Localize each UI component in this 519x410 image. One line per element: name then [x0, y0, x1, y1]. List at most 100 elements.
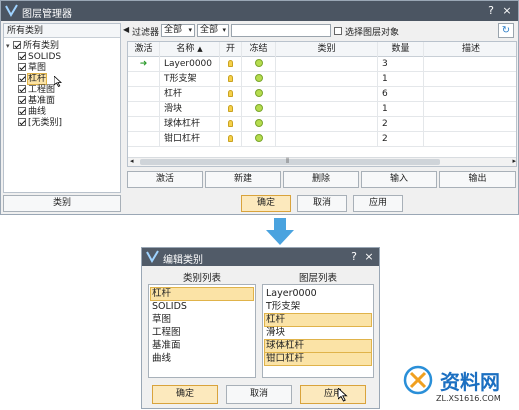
collapse-icon[interactable]: ▾	[6, 41, 13, 52]
horizontal-scrollbar[interactable]: ◂ ⦀ ▸	[128, 157, 516, 166]
category-button[interactable]: 类别	[3, 195, 121, 212]
col-header-description[interactable]: 描述	[424, 42, 516, 57]
col-header-count[interactable]: 数量	[378, 42, 424, 57]
tree-item-all[interactable]: ▾ 所有类别	[6, 41, 59, 52]
sort-asc-icon: ▲	[197, 45, 203, 53]
layer-on-icon[interactable]	[220, 72, 242, 87]
col-header-name[interactable]: 名称 ▲	[160, 42, 220, 57]
list-item[interactable]: 基准面	[151, 340, 181, 352]
checkbox-icon[interactable]	[18, 96, 26, 104]
scroll-right-icon[interactable]: ▸	[512, 157, 516, 165]
checkbox-icon[interactable]	[18, 74, 26, 82]
layer-on-icon[interactable]	[220, 132, 242, 147]
tree-item-datum-plane[interactable]: 基准面	[18, 96, 55, 107]
help-icon[interactable]: ?	[347, 250, 361, 264]
tree-item-sketch[interactable]: 草图	[18, 63, 46, 74]
layer-frozen-icon[interactable]	[242, 132, 276, 147]
col-header-on[interactable]: 开	[220, 42, 242, 57]
list-item[interactable]: 钳口杠杆	[264, 352, 372, 366]
layer-category	[276, 87, 378, 102]
layer-category	[276, 72, 378, 87]
list-item[interactable]: 草图	[151, 314, 171, 326]
layer-count: 2	[378, 132, 424, 147]
ok-button[interactable]: 确定	[241, 195, 291, 212]
select-layer-objects-label: 选择图层对象	[345, 28, 400, 38]
list-item[interactable]: SOLIDS	[151, 301, 187, 313]
tree-item-no-category[interactable]: [无类别]	[18, 118, 62, 129]
collapse-left-icon[interactable]: ◀	[123, 25, 129, 34]
list-item[interactable]: T形支架	[265, 301, 300, 313]
col-header-frozen[interactable]: 冻结	[242, 42, 276, 57]
list-item[interactable]: 工程图	[151, 327, 181, 339]
list-item[interactable]: 杠杆	[150, 287, 254, 301]
list-item[interactable]: 曲线	[151, 353, 171, 365]
edit-category-dialog: 编辑类别 ? × 类别列表 图层列表 杠杆 SOLIDS 草图 工程图 基准面 …	[141, 247, 380, 409]
checkbox-icon[interactable]	[13, 41, 21, 49]
checkbox-icon[interactable]	[18, 118, 26, 126]
select-layer-objects-checkbox[interactable]	[334, 27, 342, 35]
layer-name: 球体杠杆	[160, 117, 220, 132]
filter-select-2[interactable]: 全部 ▾	[197, 24, 229, 37]
delete-button[interactable]: 删除	[283, 171, 359, 188]
table-row[interactable]: 钳口杠杆 2	[128, 132, 516, 147]
import-button[interactable]: 输入	[361, 171, 437, 188]
layer-frozen-icon[interactable]	[242, 87, 276, 102]
new-button[interactable]: 新建	[205, 171, 281, 188]
list-item[interactable]: 球体杠杆	[264, 339, 372, 353]
close-icon[interactable]: ×	[362, 250, 376, 264]
layer-frozen-icon[interactable]	[242, 57, 276, 72]
filter-select-1[interactable]: 全部 ▾	[161, 24, 195, 37]
col-header-active[interactable]: 激活	[128, 42, 160, 57]
checkbox-icon[interactable]	[18, 52, 26, 60]
layer-on-icon[interactable]	[220, 87, 242, 102]
checkbox-icon[interactable]	[18, 63, 26, 71]
tree-item-drawing[interactable]: 工程图	[18, 85, 55, 96]
help-icon[interactable]: ?	[484, 4, 498, 18]
col-header-category[interactable]: 类别	[276, 42, 378, 57]
layer-frozen-icon[interactable]	[242, 72, 276, 87]
tree-item-lever[interactable]: 杠杆	[18, 73, 62, 87]
checkbox-icon[interactable]	[18, 107, 26, 115]
layer-manager-window: 图层管理器 ? × 所有类别 ▾ 所有类别 SOLIDS 草图 杠杆 工程图 基准…	[0, 0, 519, 215]
scroll-left-icon[interactable]: ◂	[130, 157, 134, 165]
layer-count: 1	[378, 102, 424, 117]
layer-manager-titlebar[interactable]: 图层管理器 ? ×	[1, 1, 518, 21]
layer-frozen-icon[interactable]	[242, 102, 276, 117]
dialog-cancel-button[interactable]: 取消	[226, 385, 292, 404]
close-icon[interactable]: ×	[500, 4, 514, 18]
activate-button[interactable]: 激活	[127, 171, 203, 188]
window-title: 图层管理器	[22, 9, 72, 20]
list-item[interactable]: Layer0000	[265, 288, 317, 300]
edit-category-titlebar[interactable]: 编辑类别 ? ×	[142, 248, 379, 266]
layer-frozen-icon[interactable]	[242, 117, 276, 132]
mouse-cursor-icon	[338, 388, 348, 402]
layer-name: Layer0000	[160, 57, 220, 72]
table-row[interactable]: T形支架 1	[128, 72, 516, 87]
dialog-ok-button[interactable]: 确定	[152, 385, 218, 404]
scrollbar-thumb[interactable]	[140, 159, 440, 165]
layer-on-icon[interactable]	[220, 117, 242, 132]
layer-description	[424, 57, 516, 72]
dialog-apply-button[interactable]: 应用	[300, 385, 366, 404]
table-row[interactable]: ➜ Layer0000 3	[128, 57, 516, 72]
table-row[interactable]: 球体杠杆 2	[128, 117, 516, 132]
active-arrow-icon: ➜	[128, 57, 160, 72]
cancel-button[interactable]: 取消	[297, 195, 347, 212]
tree-item-curve[interactable]: 曲线	[18, 107, 46, 118]
table-row[interactable]: 杠杆 6	[128, 87, 516, 102]
refresh-icon[interactable]: ↻	[498, 23, 514, 38]
apply-button[interactable]: 应用	[353, 195, 403, 212]
layer-count: 1	[378, 72, 424, 87]
filter-bar: ◀ 过滤器 全部 ▾ 全部 ▾ 选择图层对象 ↻	[123, 23, 517, 39]
export-button[interactable]: 输出	[439, 171, 516, 188]
layer-category	[276, 132, 378, 147]
search-input[interactable]	[231, 24, 331, 37]
list-item[interactable]: 杠杆	[264, 313, 372, 327]
layer-on-icon[interactable]	[220, 57, 242, 72]
checkbox-icon[interactable]	[18, 85, 26, 93]
layer-on-icon[interactable]	[220, 102, 242, 117]
list-item[interactable]: 滑块	[265, 327, 285, 339]
category-list-header: 类别列表	[182, 273, 221, 284]
table-row[interactable]: 滑块 1	[128, 102, 516, 117]
tree-item-solids[interactable]: SOLIDS	[18, 52, 61, 63]
